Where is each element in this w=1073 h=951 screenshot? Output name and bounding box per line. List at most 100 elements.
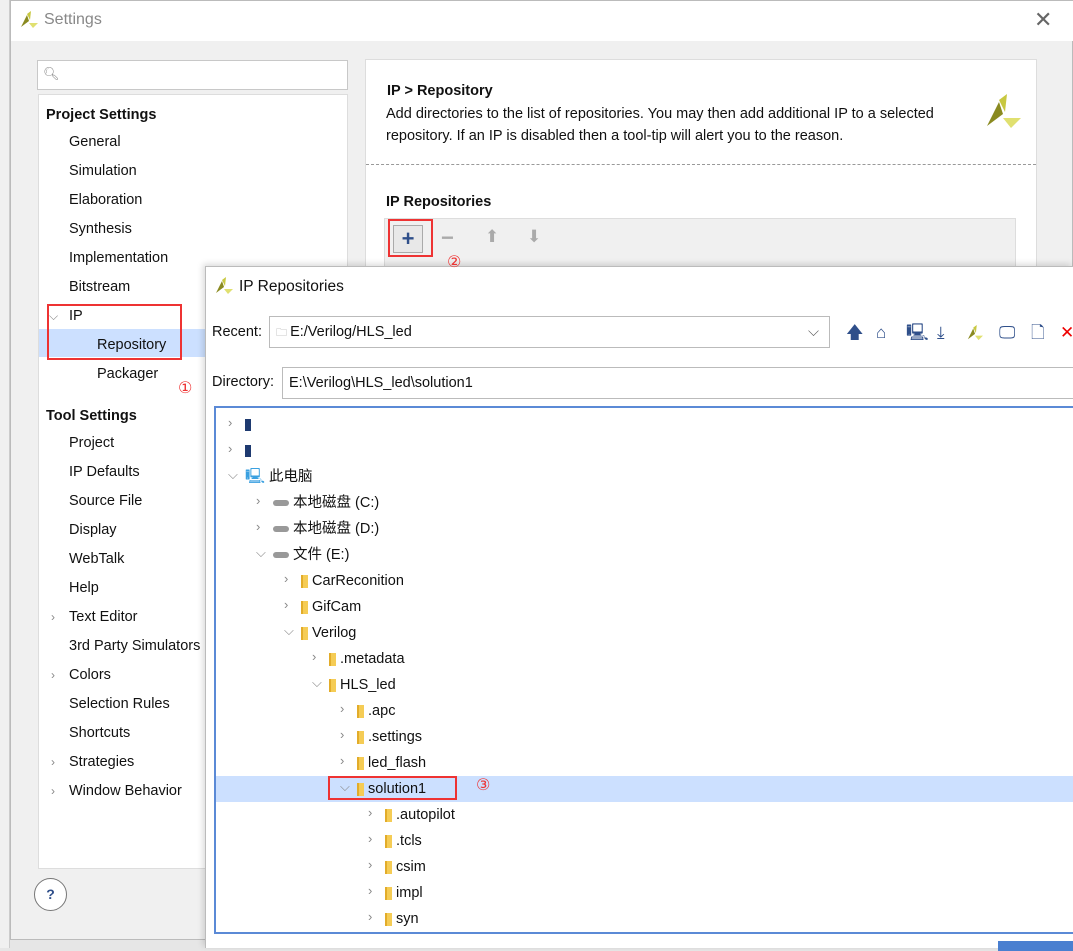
- settings-search-input[interactable]: 🔍︎: [37, 60, 348, 90]
- nav-item-shortcuts[interactable]: Shortcuts: [69, 723, 130, 743]
- tree-row[interactable]: › GifCam: [216, 594, 1073, 620]
- nav-item-implementation[interactable]: Implementation: [69, 248, 168, 268]
- move-up-button[interactable]: ⬆: [485, 227, 499, 247]
- network-desktop-icon[interactable]: 🖳: [906, 323, 929, 343]
- nav-item-window-behavior[interactable]: Window Behavior: [69, 781, 182, 801]
- chevron-right-icon[interactable]: ›: [228, 415, 232, 430]
- nav-item-webtalk[interactable]: WebTalk: [69, 549, 124, 569]
- project-settings-header: Project Settings: [46, 107, 157, 123]
- chevron-right-icon[interactable]: ›: [340, 753, 344, 768]
- tree-row[interactable]: › led_flash: [216, 750, 1073, 776]
- nav-item-ip-defaults[interactable]: IP Defaults: [69, 462, 140, 482]
- tree-row[interactable]: ›: [216, 412, 1073, 438]
- tree-row-label: .autopilot: [396, 807, 455, 823]
- chevron-right-icon[interactable]: ›: [368, 857, 372, 872]
- nav-item-bitstream[interactable]: Bitstream: [69, 277, 130, 297]
- chevron-right-icon[interactable]: ›: [340, 727, 344, 742]
- chevron-right-icon[interactable]: ›: [51, 752, 55, 772]
- nav-item-project[interactable]: Project: [69, 433, 114, 453]
- folder-icon: [385, 834, 392, 848]
- nav-item-general[interactable]: General: [69, 132, 121, 152]
- home-icon[interactable]: ⌂: [876, 323, 886, 343]
- chevron-right-icon[interactable]: ›: [368, 805, 372, 820]
- chevron-right-icon[interactable]: ›: [284, 571, 288, 586]
- chevron-right-icon[interactable]: ›: [256, 493, 260, 508]
- tree-row[interactable]: › .metadata: [216, 646, 1073, 672]
- nav-item-selection-rules[interactable]: Selection Rules: [69, 694, 170, 714]
- tree-row[interactable]: › syn: [216, 906, 1073, 932]
- folder-icon: [385, 886, 392, 900]
- description-line-1: Add directories to the list of repositor…: [386, 106, 934, 122]
- directory-input[interactable]: E:\Verilog\HLS_led\solution1: [282, 367, 1073, 399]
- nav-item-display[interactable]: Display: [69, 520, 117, 540]
- folder-icon: [385, 860, 392, 874]
- tree-row-label: 本地磁盘 (D:): [293, 521, 380, 537]
- tree-row[interactable]: › 本地磁盘 (D:): [216, 516, 1073, 542]
- tree-row-label: .settings: [368, 729, 423, 745]
- chevron-right-icon[interactable]: ›: [368, 831, 372, 846]
- nav-item-3rd-party-simulators[interactable]: 3rd Party Simulators: [69, 636, 200, 656]
- folder-icon: [329, 652, 336, 666]
- chevron-down-icon[interactable]: ⌵: [256, 545, 266, 561]
- nav-item-colors[interactable]: Colors: [69, 665, 111, 685]
- nav-item-text-editor[interactable]: Text Editor: [69, 607, 138, 627]
- nav-item-help[interactable]: Help: [69, 578, 99, 598]
- tree-row[interactable]: › .autopilot: [216, 802, 1073, 828]
- tree-row-label: Verilog: [312, 625, 357, 641]
- tree-row-label: 本地磁盘 (C:): [293, 495, 380, 511]
- tree-row[interactable]: ⌵ HLS_led: [216, 672, 1073, 698]
- help-button[interactable]: ?: [34, 878, 67, 911]
- chevron-right-icon[interactable]: ›: [256, 519, 260, 534]
- chevron-down-icon[interactable]: ⌵: [284, 623, 294, 639]
- chevron-down-icon[interactable]: ⌵: [312, 675, 322, 691]
- tree-row[interactable]: › 本地磁盘 (C:): [216, 490, 1073, 516]
- nav-item-packager[interactable]: Packager: [97, 364, 158, 384]
- chevron-right-icon[interactable]: ›: [51, 781, 55, 801]
- vivado-logo-icon[interactable]: [966, 325, 984, 341]
- nav-item-synthesis[interactable]: Synthesis: [69, 219, 132, 239]
- tree-row[interactable]: ⌵ 🖳 此电脑: [216, 464, 1073, 490]
- tree-row[interactable]: ›: [216, 438, 1073, 464]
- drive-icon: [245, 445, 251, 458]
- annotation-box-3: [328, 776, 457, 800]
- tree-row[interactable]: › impl: [216, 880, 1073, 906]
- remove-repository-button[interactable]: −: [441, 225, 454, 251]
- nav-item-strategies[interactable]: Strategies: [69, 752, 134, 772]
- chevron-right-icon[interactable]: ›: [51, 665, 55, 685]
- tree-row-label: csim: [396, 859, 426, 875]
- move-down-button[interactable]: ⬇: [527, 227, 541, 247]
- chevron-right-icon[interactable]: ›: [368, 883, 372, 898]
- folder-icon: 🗀: [276, 327, 291, 339]
- tree-row[interactable]: › .tcls: [216, 828, 1073, 854]
- tree-row-label: 文件 (E:): [293, 547, 350, 563]
- new-file-icon[interactable]: 🗋: [1031, 323, 1045, 343]
- file-tree: › › ⌵ 🖳 此电脑 › 本地磁盘 (C:) › 本地磁盘 (D:) ⌵ 文件…: [214, 406, 1073, 934]
- chevron-right-icon[interactable]: ›: [228, 441, 232, 456]
- arrow-up-icon[interactable]: 🡅: [846, 323, 863, 343]
- download-icon[interactable]: ⤓: [937, 323, 945, 343]
- chevron-right-icon[interactable]: ›: [340, 701, 344, 716]
- description-line-2: repository. If an IP is disabled then a …: [386, 128, 844, 144]
- chevron-down-icon[interactable]: ⌵: [228, 467, 238, 483]
- nav-item-elaboration[interactable]: Elaboration: [69, 190, 142, 210]
- tree-row[interactable]: ⌵ Verilog: [216, 620, 1073, 646]
- nav-item-simulation[interactable]: Simulation: [69, 161, 137, 181]
- repo-toolbar: + − ⬆ ⬇: [384, 218, 1016, 268]
- chevron-right-icon[interactable]: ›: [368, 909, 372, 924]
- tree-row[interactable]: › .apc: [216, 698, 1073, 724]
- nav-item-source-file[interactable]: Source File: [69, 491, 142, 511]
- desktop-icon[interactable]: 🖵: [999, 323, 1015, 343]
- tree-row[interactable]: › CarReconition: [216, 568, 1073, 594]
- recent-select[interactable]: 🗀 E:/Verilog/HLS_led ⌵: [269, 316, 830, 348]
- tree-row[interactable]: › csim: [216, 854, 1073, 880]
- tree-row-label: 此电脑: [269, 469, 313, 485]
- chevron-right-icon[interactable]: ›: [312, 649, 316, 664]
- close-icon[interactable]: ✕: [1034, 7, 1052, 33]
- tree-row[interactable]: › .settings: [216, 724, 1073, 750]
- tree-row[interactable]: ⌵ 文件 (E:): [216, 542, 1073, 568]
- tree-row-label: CarReconition: [312, 573, 404, 589]
- delete-icon[interactable]: ✕: [1060, 323, 1073, 343]
- ok-button[interactable]: [998, 941, 1073, 951]
- chevron-right-icon[interactable]: ›: [51, 607, 55, 627]
- chevron-right-icon[interactable]: ›: [284, 597, 288, 612]
